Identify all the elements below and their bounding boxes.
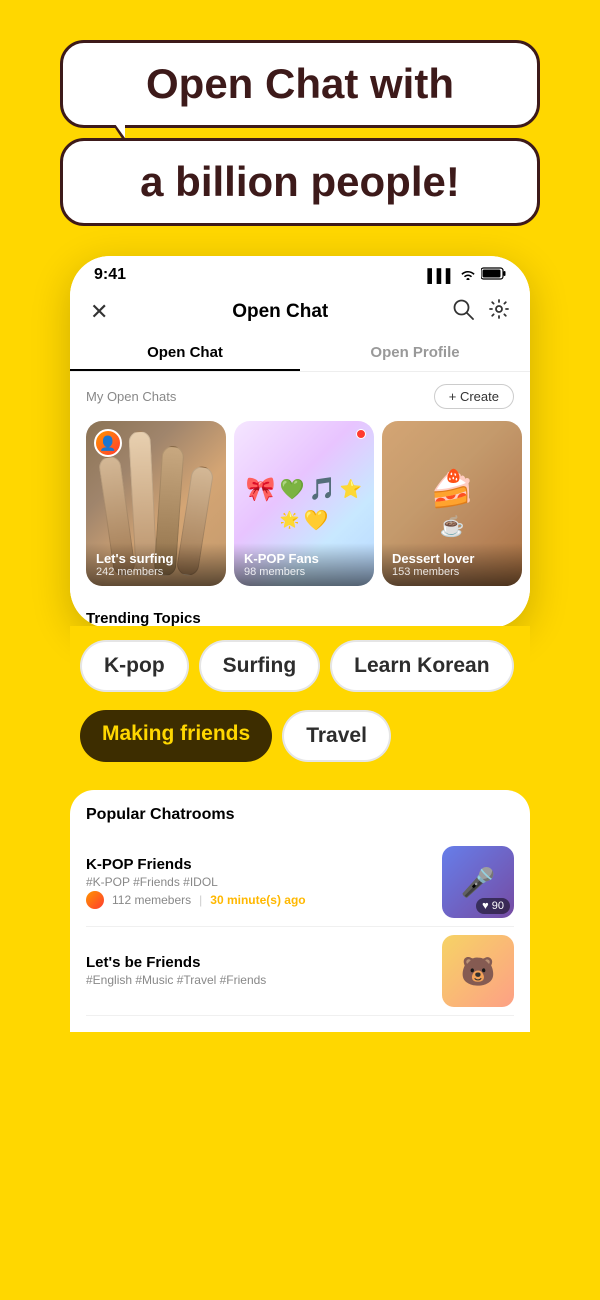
close-icon[interactable]: ✕: [90, 299, 108, 325]
tag-making-friends[interactable]: Making friends: [80, 710, 272, 762]
popular-chatrooms-title: Popular Chatrooms: [86, 806, 514, 824]
topic-tags-row1: K-pop Surfing Learn Korean: [70, 626, 530, 692]
chatroom-info-kpop: K-POP Friends #K-POP #Friends #IDOL 112 …: [86, 856, 430, 909]
tab-bar: Open Chat Open Profile: [70, 334, 530, 372]
my-open-chats-label: My Open Chats: [86, 389, 176, 404]
avatar-icon: 👤: [96, 431, 120, 455]
card-members-dessert: 153 members: [392, 566, 512, 578]
yellow-tags-section: K-pop Surfing Learn Korean Making friend…: [70, 626, 530, 1032]
chat-card-dessert[interactable]: 🍰 ☕ Dessert lover 153 members: [382, 421, 522, 586]
trending-section: Trending Topics: [70, 598, 530, 628]
header-title: Open Chat: [232, 301, 328, 323]
chat-cards-row: Let's surfing 242 members 👤 🎀 💚 🎵 ⭐ 🌟 💛: [70, 417, 530, 598]
status-time: 9:41: [94, 266, 126, 284]
settings-icon[interactable]: [488, 298, 510, 326]
phone-mockup: 9:41 ▌▌▌ ✕ Open Chat Open Chat: [70, 256, 530, 628]
card-overlay-dessert: Dessert lover 153 members: [382, 543, 522, 586]
speech-bubble-2: a billion people!: [60, 138, 540, 226]
chat-card-kpop[interactable]: 🎀 💚 🎵 ⭐ 🌟 💛 K-POP Fans 98 members: [234, 421, 374, 586]
chatroom-name-kpop: K-POP Friends: [86, 856, 430, 873]
tag-surfing[interactable]: Surfing: [199, 640, 321, 692]
card-overlay-kpop: K-POP Fans 98 members: [234, 543, 374, 586]
chatroom-thumb-friends: 🐻: [442, 935, 514, 1007]
chatroom-meta-kpop: 112 memebers | 30 minute(s) ago: [86, 891, 430, 909]
trending-title: Trending Topics: [86, 610, 201, 627]
tab-open-profile[interactable]: Open Profile: [300, 334, 530, 371]
wifi-icon: [460, 268, 476, 283]
chatroom-item-kpop[interactable]: K-POP Friends #K-POP #Friends #IDOL 112 …: [86, 838, 514, 927]
topic-tags-row2: Making friends Travel: [70, 702, 530, 774]
card-members-surfing: 242 members: [96, 566, 216, 578]
battery-icon: [481, 267, 506, 283]
tag-travel[interactable]: Travel: [282, 710, 391, 762]
card-title-surfing: Let's surfing: [96, 551, 216, 566]
kpop-decoration: 🎀 💚 🎵 ⭐ 🌟 💛: [234, 465, 374, 543]
chatroom-time-kpop: 30 minute(s) ago: [210, 893, 305, 907]
chatroom-tags-friends: #English #Music #Travel #Friends: [86, 973, 430, 987]
tag-kpop[interactable]: K-pop: [80, 640, 189, 692]
hero-line1: Open Chat with: [93, 61, 507, 107]
chatroom-tags-kpop: #K-POP #Friends #IDOL: [86, 875, 430, 889]
heart-badge-kpop: ♥ 90: [476, 898, 510, 914]
chatroom-thumb-kpop: 🎤 ♥ 90: [442, 846, 514, 918]
create-button[interactable]: + Create: [434, 384, 514, 409]
app-header: ✕ Open Chat: [70, 290, 530, 334]
meta-avatar-kpop: [86, 891, 104, 909]
chatroom-name-friends: Let's be Friends: [86, 954, 430, 971]
card-members-kpop: 98 members: [244, 566, 364, 578]
status-icons: ▌▌▌: [427, 267, 506, 283]
card-title-dessert: Dessert lover: [392, 551, 512, 566]
status-bar: 9:41 ▌▌▌: [70, 256, 530, 290]
card-overlay-surfing: Let's surfing 242 members: [86, 543, 226, 586]
popular-chatrooms-card: Popular Chatrooms K-POP Friends #K-POP #…: [70, 790, 530, 1032]
search-icon[interactable]: [452, 298, 474, 326]
chat-card-surfing[interactable]: Let's surfing 242 members 👤: [86, 421, 226, 586]
signal-icon: ▌▌▌: [427, 268, 455, 283]
tab-open-chat[interactable]: Open Chat: [70, 334, 300, 371]
chatroom-item-friends[interactable]: Let's be Friends #English #Music #Travel…: [86, 927, 514, 1016]
hero-line2: a billion people!: [93, 159, 507, 205]
card-title-kpop: K-POP Fans: [244, 551, 364, 566]
tag-learn-korean[interactable]: Learn Korean: [330, 640, 513, 692]
header-actions: [452, 298, 510, 326]
speech-bubble-1: Open Chat with: [60, 40, 540, 128]
hero-section: Open Chat with a billion people!: [0, 0, 600, 246]
my-open-chats-header: My Open Chats + Create: [70, 372, 530, 417]
chatroom-members-kpop: 112 memebers: [112, 893, 191, 907]
chatroom-info-friends: Let's be Friends #English #Music #Travel…: [86, 954, 430, 989]
